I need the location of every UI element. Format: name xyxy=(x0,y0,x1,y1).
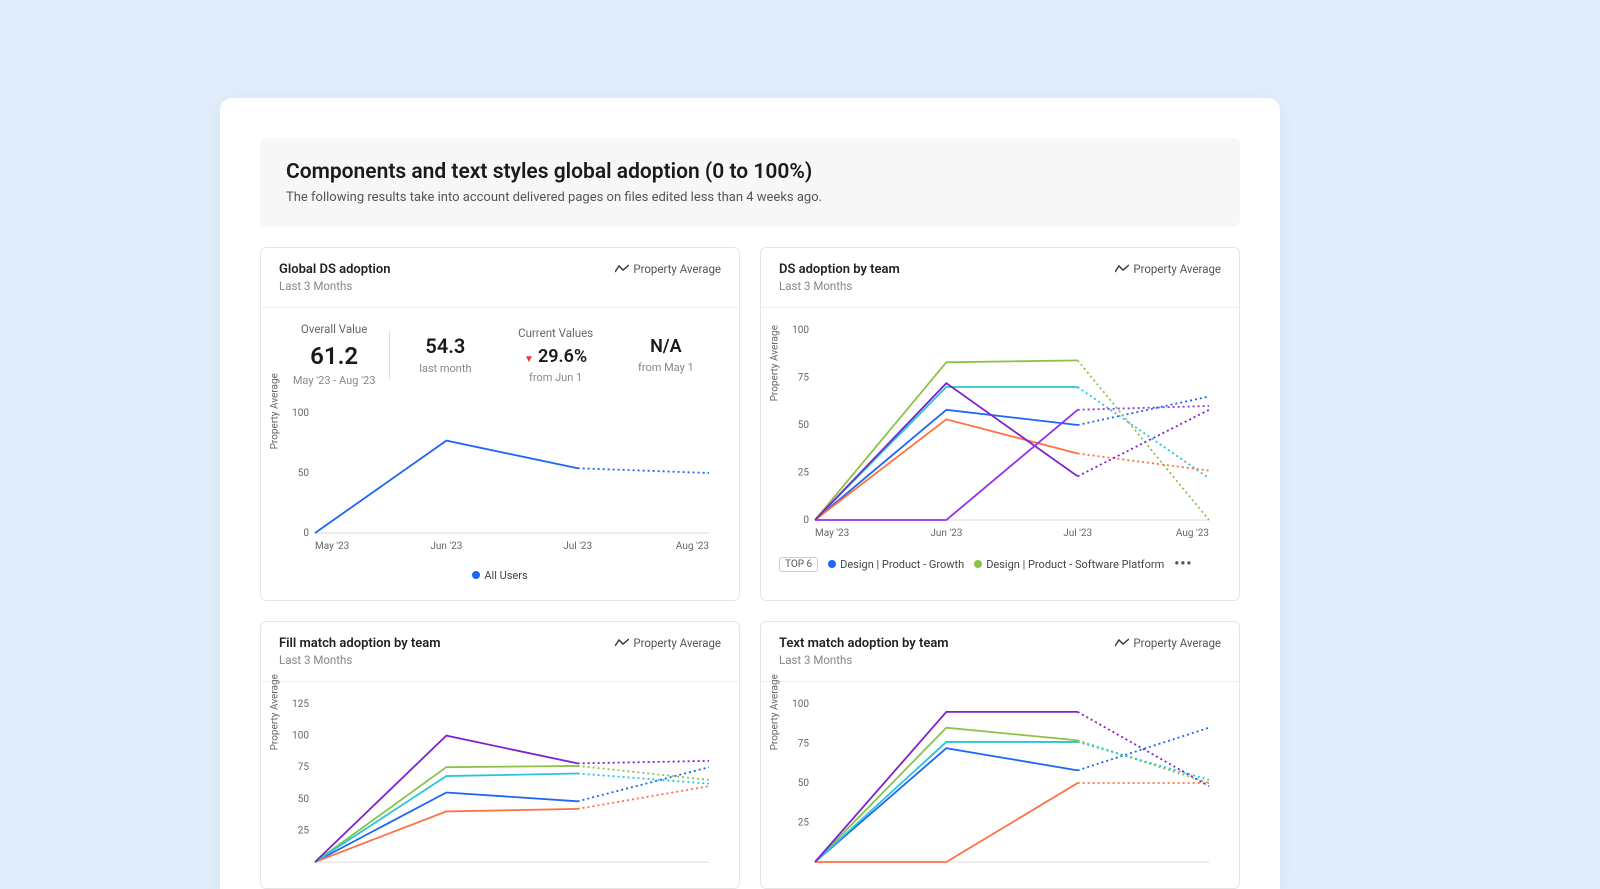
svg-text:25: 25 xyxy=(298,825,310,836)
svg-text:Jun '23: Jun '23 xyxy=(430,541,462,552)
svg-text:Aug '23: Aug '23 xyxy=(676,541,709,552)
kpi-current: Current Values ▼29.6% from Jun 1 xyxy=(501,326,611,384)
svg-text:Jun '23: Jun '23 xyxy=(930,528,962,539)
cards-grid: Global DS adoption Last 3 Months Propert… xyxy=(260,247,1240,889)
svg-text:100: 100 xyxy=(792,699,809,710)
svg-text:May '23: May '23 xyxy=(815,528,849,539)
trend-down-icon: ▼ xyxy=(524,354,534,365)
property-average-toggle[interactable]: Property Average xyxy=(1115,636,1221,650)
chart-text-match-by-team: 25 50 75 100 xyxy=(779,696,1219,866)
svg-text:75: 75 xyxy=(298,762,310,773)
card-title: Global DS adoption xyxy=(279,262,390,277)
svg-text:100: 100 xyxy=(792,325,809,336)
card-subtitle: Last 3 Months xyxy=(779,653,949,667)
card-subtitle: Last 3 Months xyxy=(279,279,390,293)
dashboard-canvas: Components and text styles global adopti… xyxy=(220,98,1280,889)
svg-text:50: 50 xyxy=(798,420,810,431)
chart-legend: TOP 6 Design | Product - Growth Design |… xyxy=(779,556,1221,572)
card-fill-match-by-team: Fill match adoption by team Last 3 Month… xyxy=(260,621,740,889)
svg-text:25: 25 xyxy=(798,818,810,829)
page-title: Components and text styles global adopti… xyxy=(286,160,1214,184)
svg-text:75: 75 xyxy=(798,373,810,384)
spark-line-icon xyxy=(615,264,629,274)
svg-text:50: 50 xyxy=(298,468,310,479)
svg-text:Jul '23: Jul '23 xyxy=(1063,528,1092,539)
card-subtitle: Last 3 Months xyxy=(779,279,900,293)
svg-text:25: 25 xyxy=(798,468,810,479)
page-subtitle: The following results take into account … xyxy=(286,190,1214,205)
spark-line-icon xyxy=(1115,638,1129,648)
kpi-row: Overall Value 61.2 May '23 - Aug '23 54.… xyxy=(279,322,721,387)
y-axis-label: Property Average xyxy=(770,325,781,401)
svg-text:75: 75 xyxy=(798,739,810,750)
svg-text:0: 0 xyxy=(303,528,309,539)
legend-dot-icon xyxy=(828,560,836,568)
svg-text:125: 125 xyxy=(292,699,309,710)
chart-global-ds-adoption: 0 50 100 May '23 Jun '23 Jul '23 Aug '23 xyxy=(279,405,719,555)
svg-text:50: 50 xyxy=(798,778,810,789)
svg-text:100: 100 xyxy=(292,408,309,419)
svg-text:50: 50 xyxy=(298,794,310,805)
card-global-ds-adoption: Global DS adoption Last 3 Months Propert… xyxy=(260,247,740,601)
svg-text:100: 100 xyxy=(292,731,309,742)
svg-text:Jul '23: Jul '23 xyxy=(563,541,592,552)
y-axis-label: Property Average xyxy=(270,674,281,750)
property-average-toggle[interactable]: Property Average xyxy=(615,636,721,650)
spark-line-icon xyxy=(1115,264,1129,274)
legend-dot-icon xyxy=(974,560,982,568)
chart-legend: All Users xyxy=(279,569,721,582)
spark-line-icon xyxy=(615,638,629,648)
top-n-badge[interactable]: TOP 6 xyxy=(779,557,818,572)
chart-fill-match-by-team: 25 50 75 100 125 xyxy=(279,696,719,866)
page-header: Components and text styles global adopti… xyxy=(260,138,1240,227)
kpi-last-month: 54.3 last month xyxy=(390,334,500,375)
legend-overflow-button[interactable]: ••• xyxy=(1174,556,1192,572)
svg-text:May '23: May '23 xyxy=(315,541,349,552)
card-title: DS adoption by team xyxy=(779,262,900,277)
card-text-match-by-team: Text match adoption by team Last 3 Month… xyxy=(760,621,1240,889)
card-ds-adoption-by-team: DS adoption by team Last 3 Months Proper… xyxy=(760,247,1240,601)
card-title: Fill match adoption by team xyxy=(279,636,441,651)
property-average-toggle[interactable]: Property Average xyxy=(1115,262,1221,276)
kpi-na: N/A from May 1 xyxy=(611,336,721,374)
y-axis-label: Property Average xyxy=(270,373,281,449)
chart-ds-adoption-by-team: 0 25 50 75 100 May '23 Jun '23 Jul '23 Aug '23 xyxy=(779,322,1219,542)
card-subtitle: Last 3 Months xyxy=(279,653,441,667)
y-axis-label: Property Average xyxy=(770,674,781,750)
svg-text:0: 0 xyxy=(803,515,809,526)
legend-dot-icon xyxy=(472,571,480,579)
card-title: Text match adoption by team xyxy=(779,636,949,651)
property-average-toggle[interactable]: Property Average xyxy=(615,262,721,276)
svg-text:Aug '23: Aug '23 xyxy=(1176,528,1209,539)
kpi-overall: Overall Value 61.2 May '23 - Aug '23 xyxy=(279,322,389,387)
